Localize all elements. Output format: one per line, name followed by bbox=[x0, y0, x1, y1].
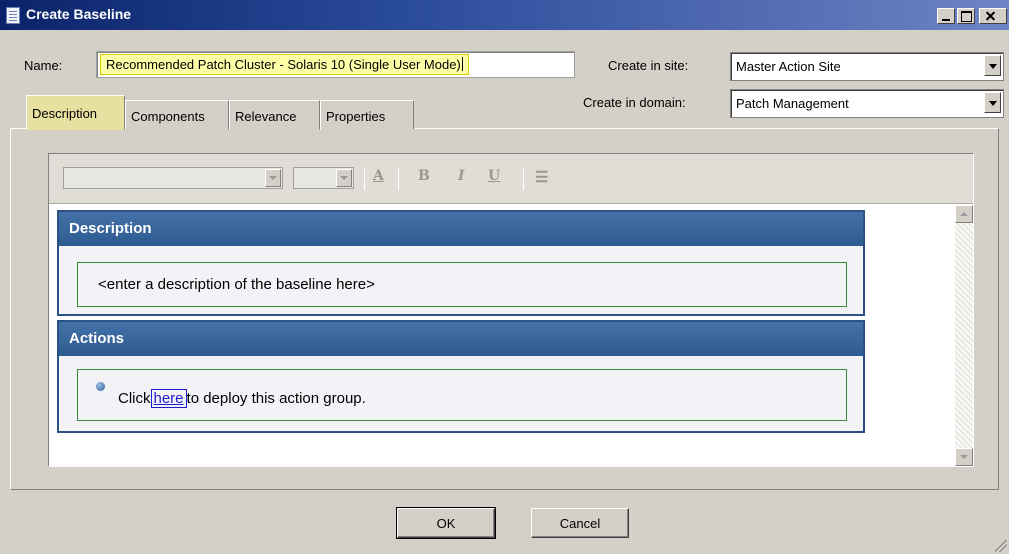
rich-text-editor[interactable]: A B I U ☰ Description <enter a descripti… bbox=[48, 153, 974, 467]
editor-content[interactable]: Description <enter a description of the … bbox=[49, 205, 955, 466]
text-caret bbox=[461, 57, 463, 71]
toolbar-divider bbox=[364, 168, 365, 190]
chevron-down-icon[interactable] bbox=[984, 55, 1001, 76]
chevron-down-icon[interactable] bbox=[336, 169, 352, 187]
window-title: Create Baseline bbox=[26, 6, 132, 22]
ok-button[interactable]: OK bbox=[396, 507, 496, 539]
domain-label: Create in domain: bbox=[583, 95, 686, 110]
title-bar[interactable]: Create Baseline bbox=[0, 0, 1009, 30]
site-select-value: Master Action Site bbox=[736, 59, 841, 74]
name-input[interactable]: Recommended Patch Cluster - Solaris 10 (… bbox=[96, 51, 575, 78]
description-text: <enter a description of the baseline her… bbox=[98, 276, 375, 293]
chevron-down-icon[interactable] bbox=[984, 92, 1001, 113]
action-box: Click here to deploy this action group. bbox=[77, 369, 847, 421]
scroll-up-icon[interactable] bbox=[955, 205, 973, 223]
bullet-icon bbox=[96, 382, 105, 391]
tab-components[interactable]: Components bbox=[125, 100, 229, 130]
actions-heading: Actions bbox=[59, 322, 863, 356]
name-value: Recommended Patch Cluster - Solaris 10 (… bbox=[106, 57, 461, 72]
tab-description[interactable]: Description bbox=[26, 95, 125, 130]
numbered-list-icon[interactable]: ☰ bbox=[535, 168, 548, 186]
toolbar-divider bbox=[398, 168, 399, 190]
scroll-down-icon[interactable] bbox=[955, 448, 973, 466]
font-family-select[interactable] bbox=[63, 167, 283, 189]
resize-grip-icon[interactable] bbox=[995, 540, 1007, 552]
actions-section: Actions Click here to deploy this action g… bbox=[57, 320, 865, 433]
bold-icon[interactable]: B bbox=[418, 168, 430, 184]
close-button[interactable] bbox=[979, 8, 1007, 24]
font-size-select[interactable] bbox=[293, 167, 354, 189]
minimize-button[interactable] bbox=[937, 8, 955, 24]
description-heading: Description bbox=[59, 212, 863, 246]
name-label: Name: bbox=[24, 58, 63, 73]
tab-properties[interactable]: Properties bbox=[320, 100, 414, 130]
underline-icon[interactable]: U bbox=[488, 168, 500, 184]
document-icon bbox=[6, 7, 20, 24]
action-prefix: Click bbox=[118, 390, 151, 407]
description-section: Description <enter a description of the … bbox=[57, 210, 865, 316]
site-select[interactable]: Master Action Site bbox=[730, 52, 1004, 81]
vertical-scrollbar[interactable] bbox=[955, 205, 973, 466]
domain-select-value: Patch Management bbox=[736, 96, 849, 111]
maximize-button[interactable] bbox=[957, 8, 975, 24]
action-suffix: to deploy this action group. bbox=[186, 390, 366, 407]
name-value-highlight: Recommended Patch Cluster - Solaris 10 (… bbox=[100, 54, 469, 75]
domain-select[interactable]: Patch Management bbox=[730, 89, 1004, 118]
cancel-button[interactable]: Cancel bbox=[531, 508, 629, 538]
action-line: Click here to deploy this action group. bbox=[118, 389, 366, 408]
formatting-toolbar: A B I U ☰ bbox=[49, 154, 973, 204]
chevron-down-icon[interactable] bbox=[265, 169, 281, 187]
font-color-icon[interactable]: A bbox=[373, 168, 384, 184]
tab-relevance[interactable]: Relevance bbox=[229, 100, 320, 130]
description-box[interactable]: <enter a description of the baseline her… bbox=[77, 262, 847, 307]
deploy-link[interactable]: here bbox=[150, 389, 187, 408]
italic-icon[interactable]: I bbox=[458, 168, 465, 184]
toolbar-divider bbox=[523, 168, 524, 190]
site-label: Create in site: bbox=[608, 58, 689, 73]
